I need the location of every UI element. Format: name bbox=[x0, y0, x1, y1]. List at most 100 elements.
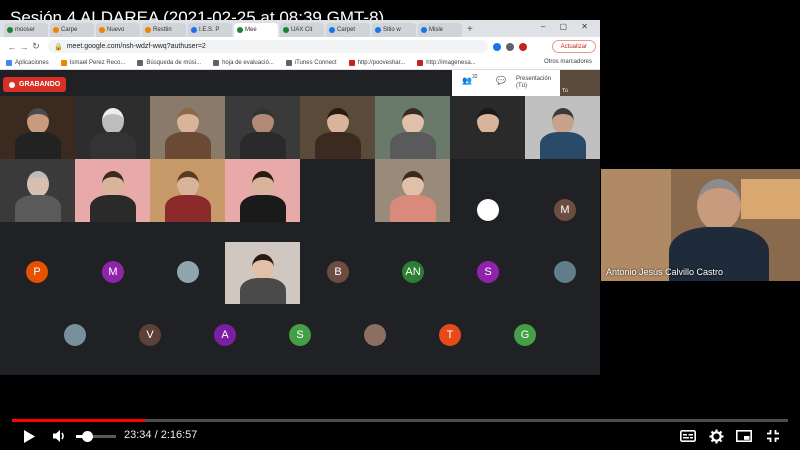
address-bar[interactable]: 🔒 meet.google.com/nsh-wdzf-wwq?authuser=… bbox=[48, 40, 488, 53]
gear-icon[interactable] bbox=[707, 428, 725, 444]
participant-tile bbox=[525, 96, 600, 159]
other-bookmarks[interactable]: Otros marcadores bbox=[544, 59, 592, 65]
participant-tile bbox=[150, 96, 225, 159]
time-display: 23:34 / 2:16:57 bbox=[124, 429, 197, 441]
browser-window: mooser Carpe Nuevo Resttin I.E.S. P Mee UAX Ci… bbox=[0, 20, 600, 375]
back-icon[interactable]: ← bbox=[6, 42, 18, 52]
participant-video bbox=[539, 108, 586, 159]
browser-tab[interactable]: Misle bbox=[418, 23, 462, 37]
tab-label: Mee bbox=[245, 27, 257, 33]
participant-avatar: S bbox=[477, 261, 499, 283]
tab-label: mooser bbox=[15, 27, 36, 33]
participant-video bbox=[239, 171, 286, 222]
participant-video bbox=[239, 108, 286, 159]
bookmark-favicon-icon bbox=[417, 59, 424, 66]
bookmark-item[interactable]: iTunes Connect bbox=[285, 59, 337, 66]
forward-icon[interactable]: → bbox=[18, 42, 30, 52]
participant-avatar: G bbox=[514, 324, 536, 346]
participant-avatar: M bbox=[102, 261, 124, 283]
subtitles-icon[interactable] bbox=[679, 428, 697, 444]
browser-tab[interactable]: Mee bbox=[234, 23, 278, 37]
participant-tile bbox=[225, 159, 300, 222]
participant-video bbox=[314, 108, 361, 159]
participant-avatar: T bbox=[439, 324, 461, 346]
progress-fill bbox=[12, 419, 146, 422]
update-button[interactable]: Actualizar bbox=[551, 40, 596, 53]
participant-video bbox=[164, 108, 211, 159]
participant-avatar bbox=[364, 324, 386, 346]
new-tab-button[interactable]: + bbox=[467, 23, 473, 37]
participant-video bbox=[464, 108, 511, 159]
participant-avatar bbox=[64, 324, 86, 346]
current-time: 23:34 bbox=[124, 429, 152, 441]
browser-tab[interactable]: Nuevo bbox=[96, 23, 140, 37]
bookmark-favicon-icon bbox=[137, 59, 144, 66]
participant-avatar: A bbox=[214, 324, 236, 346]
participant-video bbox=[89, 108, 136, 159]
browser-tab[interactable]: I.E.S. P bbox=[188, 23, 232, 37]
window-controls[interactable]: – ▢ ✕ bbox=[541, 22, 594, 31]
participant-video bbox=[389, 171, 436, 222]
extension-icon[interactable] bbox=[493, 42, 501, 51]
bookmark-item[interactable]: Aplicaciones bbox=[6, 59, 49, 66]
tab-bar: mooser Carpe Nuevo Resttin I.E.S. P Mee UAX Ci… bbox=[0, 20, 600, 37]
presentation-label[interactable]: Presentación (Tú) bbox=[516, 76, 556, 90]
participant-avatar bbox=[177, 261, 199, 283]
self-label: Tú bbox=[562, 88, 568, 94]
tab-label: Carpet bbox=[337, 27, 356, 33]
bookmark-label: Aplicaciones bbox=[15, 59, 49, 66]
tab-label: UAX Cit bbox=[291, 27, 313, 33]
browser-tab[interactable]: Sitio w bbox=[372, 23, 416, 37]
speaker-video: Antonio Jesús Calvillo Castro bbox=[601, 169, 800, 281]
browser-tab[interactable]: Carpet bbox=[326, 23, 370, 37]
meet-top-panel: 👥 32 💬 Presentación (Tú) Tú bbox=[452, 70, 600, 96]
browser-tab[interactable]: Carpe bbox=[50, 23, 94, 37]
bookmark-label: Ismael Perez Reco... bbox=[69, 59, 126, 66]
bookmark-item[interactable]: http://pooveshar... bbox=[348, 59, 405, 66]
miniplayer-icon[interactable] bbox=[735, 428, 753, 444]
tab-favicon-icon bbox=[191, 27, 197, 33]
participant-count: 32 bbox=[472, 74, 478, 80]
bookmark-item[interactable]: hoja de evaluació... bbox=[213, 59, 274, 66]
volume-slider[interactable] bbox=[76, 431, 116, 442]
participant-avatar bbox=[554, 261, 576, 283]
profile-icon[interactable] bbox=[519, 42, 527, 51]
participant-tile bbox=[375, 96, 450, 159]
recording-label: GRABANDO bbox=[19, 81, 61, 88]
reload-icon[interactable]: ↻ bbox=[30, 41, 42, 52]
bookmark-item[interactable]: http://imagenesa... bbox=[417, 59, 476, 66]
browser-tab[interactable]: UAX Cit bbox=[280, 23, 324, 37]
participant-tile bbox=[375, 159, 450, 222]
bookmark-favicon-icon bbox=[213, 59, 220, 66]
participant-tile bbox=[0, 96, 75, 159]
duration: 2:16:57 bbox=[160, 429, 198, 441]
recording-badge: GRABANDO bbox=[3, 77, 67, 92]
bookmark-favicon-icon bbox=[60, 59, 67, 66]
self-preview: Tú bbox=[560, 70, 600, 96]
participant-avatar: AN bbox=[402, 261, 424, 283]
browser-tab[interactable]: Resttin bbox=[142, 23, 186, 37]
participant-avatar bbox=[477, 199, 499, 221]
chat-icon[interactable]: 💬 bbox=[496, 76, 506, 85]
participant-tile bbox=[0, 159, 75, 222]
people-icon[interactable]: 👥 bbox=[462, 76, 472, 85]
puzzle-icon[interactable] bbox=[506, 42, 514, 51]
participant-avatar: V bbox=[139, 324, 161, 346]
play-icon[interactable] bbox=[20, 428, 38, 444]
browser-tab[interactable]: mooser bbox=[4, 23, 48, 37]
bookmark-favicon-icon bbox=[285, 59, 292, 66]
participant-video bbox=[239, 254, 286, 304]
tab-favicon-icon bbox=[7, 27, 13, 33]
progress-bar[interactable] bbox=[12, 419, 788, 422]
tab-favicon-icon bbox=[99, 27, 105, 33]
participant-tile bbox=[225, 242, 300, 304]
bookmark-item[interactable]: Búsqueda de músi... bbox=[137, 59, 201, 66]
participant-tile bbox=[300, 96, 375, 159]
volume-knob[interactable] bbox=[82, 431, 94, 442]
volume-icon[interactable] bbox=[51, 428, 69, 444]
participant-tile bbox=[150, 159, 225, 222]
bookmark-item[interactable]: Ismael Perez Reco... bbox=[60, 59, 126, 66]
fullscreen-icon[interactable] bbox=[764, 428, 782, 444]
bookmark-favicon-icon bbox=[6, 59, 12, 66]
url-text: meet.google.com/nsh-wdzf-wwq?authuser=2 bbox=[66, 43, 206, 50]
